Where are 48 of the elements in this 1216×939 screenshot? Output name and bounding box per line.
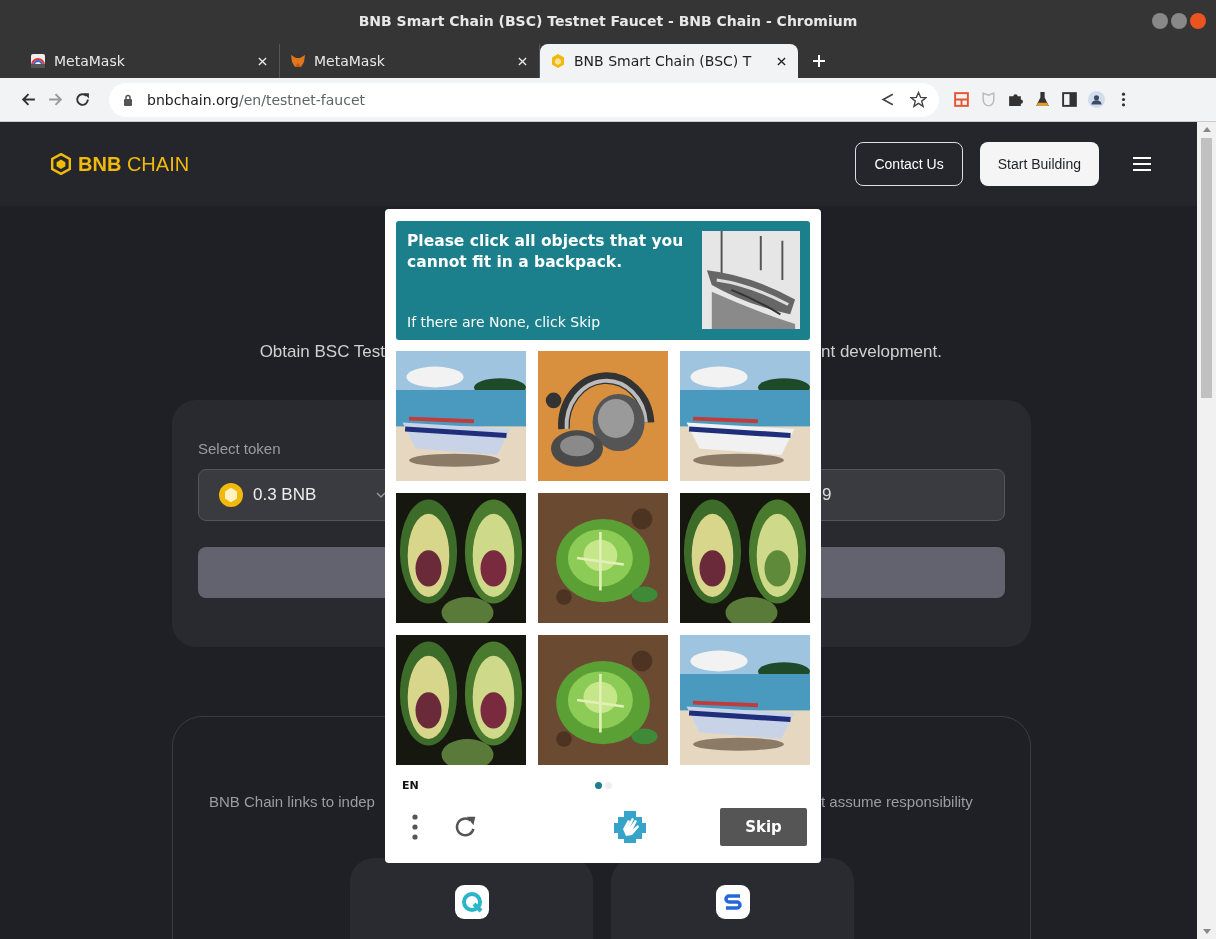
ring-logo-icon [454, 885, 489, 919]
browser-tab[interactable]: BNB Smart Chain (BSC) T [540, 44, 798, 78]
layout-icon[interactable] [953, 91, 970, 108]
scroll-up-icon[interactable] [1202, 126, 1211, 132]
star-icon[interactable] [910, 91, 927, 108]
lock-icon [123, 93, 133, 106]
share-icon[interactable] [879, 91, 896, 108]
forward-icon[interactable] [47, 91, 64, 108]
field-label: Select token [198, 440, 282, 457]
logo-text[interactable]: BNB CHAIN [78, 152, 190, 176]
profile-icon[interactable] [1088, 91, 1105, 108]
sidebar-icon[interactable] [1061, 91, 1078, 108]
intro-text: Obtain BSC Test [258, 342, 385, 362]
scroll-down-icon[interactable] [1202, 929, 1211, 935]
coin-icon [219, 483, 243, 507]
logo-icon [50, 153, 72, 175]
skip-button[interactable]: Skip [720, 808, 807, 846]
disclaimer-text: t assume responsibility [821, 793, 974, 810]
hint-text: If there are None, click Skip [407, 314, 601, 330]
window-title: BNB Smart Chain (BSC) Testnet Faucet - BNB Chain - Chromium [358, 13, 858, 29]
start-button[interactable]: Start Building [979, 142, 1099, 186]
cube-icon [550, 53, 566, 69]
disclaimer-text: BNB Chain links to indep [208, 793, 376, 810]
rainbow-icon [30, 53, 46, 69]
back-icon[interactable] [20, 91, 37, 108]
puzzle-icon[interactable] [1007, 91, 1024, 108]
address-field[interactable]: bnbchain.org/en/testnet-faucet [109, 82, 939, 117]
contact-button[interactable]: Contact Us [855, 142, 963, 186]
tab-title: MetaMask [54, 53, 126, 69]
new-tab-icon[interactable] [812, 54, 826, 68]
intro-text: nt development. [821, 342, 943, 362]
tab-title: MetaMask [314, 53, 386, 69]
fox-icon [290, 53, 306, 69]
more-icon[interactable] [411, 813, 419, 841]
reload-icon[interactable] [74, 91, 91, 108]
language-label[interactable]: EN [402, 778, 432, 792]
menu-icon[interactable] [1133, 157, 1151, 171]
flask-icon[interactable] [1034, 91, 1051, 108]
maximize-button[interactable] [1171, 13, 1187, 29]
loop-logo-icon [715, 885, 750, 919]
close-button[interactable] [1190, 13, 1206, 29]
prompt-text: Please click all objects that you cannot fit in a backpack. [407, 231, 685, 273]
page-dot[interactable] [594, 781, 602, 789]
tab-title: BNB Smart Chain (BSC) T [574, 53, 753, 69]
hand-logo-icon [611, 809, 648, 845]
url-text: bnbchain.org/en/testnet-faucet [147, 91, 365, 108]
scrollbar-thumb[interactable] [1201, 138, 1212, 398]
minimize-button[interactable] [1152, 13, 1168, 29]
